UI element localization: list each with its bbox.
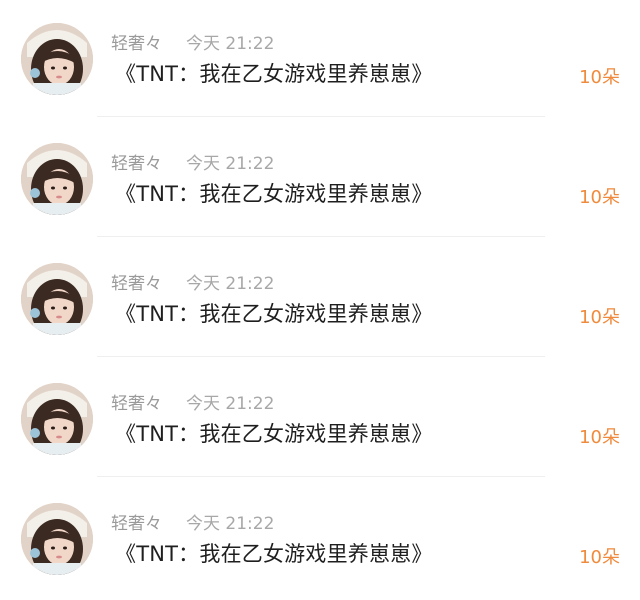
comment-username[interactable]: 轻奢々 <box>111 269 162 294</box>
user-avatar[interactable] <box>21 263 93 335</box>
row-divider <box>97 356 545 357</box>
avatar-photo <box>21 143 93 215</box>
comment-list: 轻奢々 今天 21:22 《TNT：我在乙女游戏里养崽崽》 10朵 轻奢々 今天… <box>0 0 640 591</box>
user-avatar[interactable] <box>21 23 93 95</box>
avatar-photo <box>21 383 93 455</box>
comment-time: 今天 21:22 <box>186 394 275 414</box>
gift-count: 10朵 <box>579 307 620 328</box>
comment-message: 《TNT：我在乙女游戏里养崽崽》 <box>115 542 433 566</box>
comment-username[interactable]: 轻奢々 <box>111 389 162 414</box>
row-divider <box>97 476 545 477</box>
comment-time: 今天 21:22 <box>186 514 275 534</box>
gift-count: 10朵 <box>579 187 620 208</box>
comment-message: 《TNT：我在乙女游戏里养崽崽》 <box>115 302 433 326</box>
comment-row[interactable]: 轻奢々 今天 21:22 《TNT：我在乙女游戏里养崽崽》 10朵 <box>0 360 640 480</box>
comment-row[interactable]: 轻奢々 今天 21:22 《TNT：我在乙女游戏里养崽崽》 10朵 <box>0 0 640 120</box>
avatar-photo <box>21 503 93 575</box>
comment-message: 《TNT：我在乙女游戏里养崽崽》 <box>115 62 433 86</box>
user-avatar[interactable] <box>21 143 93 215</box>
comment-username[interactable]: 轻奢々 <box>111 509 162 534</box>
gift-count: 10朵 <box>579 427 620 448</box>
comment-message: 《TNT：我在乙女游戏里养崽崽》 <box>115 422 433 446</box>
avatar-photo <box>21 23 93 95</box>
comment-row[interactable]: 轻奢々 今天 21:22 《TNT：我在乙女游戏里养崽崽》 10朵 <box>0 120 640 240</box>
user-avatar[interactable] <box>21 383 93 455</box>
comment-time: 今天 21:22 <box>186 34 275 54</box>
comment-time: 今天 21:22 <box>186 274 275 294</box>
comment-row[interactable]: 轻奢々 今天 21:22 《TNT：我在乙女游戏里养崽崽》 10朵 <box>0 240 640 360</box>
row-divider <box>97 116 545 117</box>
comment-message: 《TNT：我在乙女游戏里养崽崽》 <box>115 182 433 206</box>
comment-row[interactable]: 轻奢々 今天 21:22 《TNT：我在乙女游戏里养崽崽》 10朵 <box>0 480 640 600</box>
comment-time: 今天 21:22 <box>186 154 275 174</box>
gift-count: 10朵 <box>579 547 620 568</box>
comment-username[interactable]: 轻奢々 <box>111 149 162 174</box>
user-avatar[interactable] <box>21 503 93 575</box>
gift-count: 10朵 <box>579 67 620 88</box>
comment-username[interactable]: 轻奢々 <box>111 29 162 54</box>
row-divider <box>97 236 545 237</box>
avatar-photo <box>21 263 93 335</box>
